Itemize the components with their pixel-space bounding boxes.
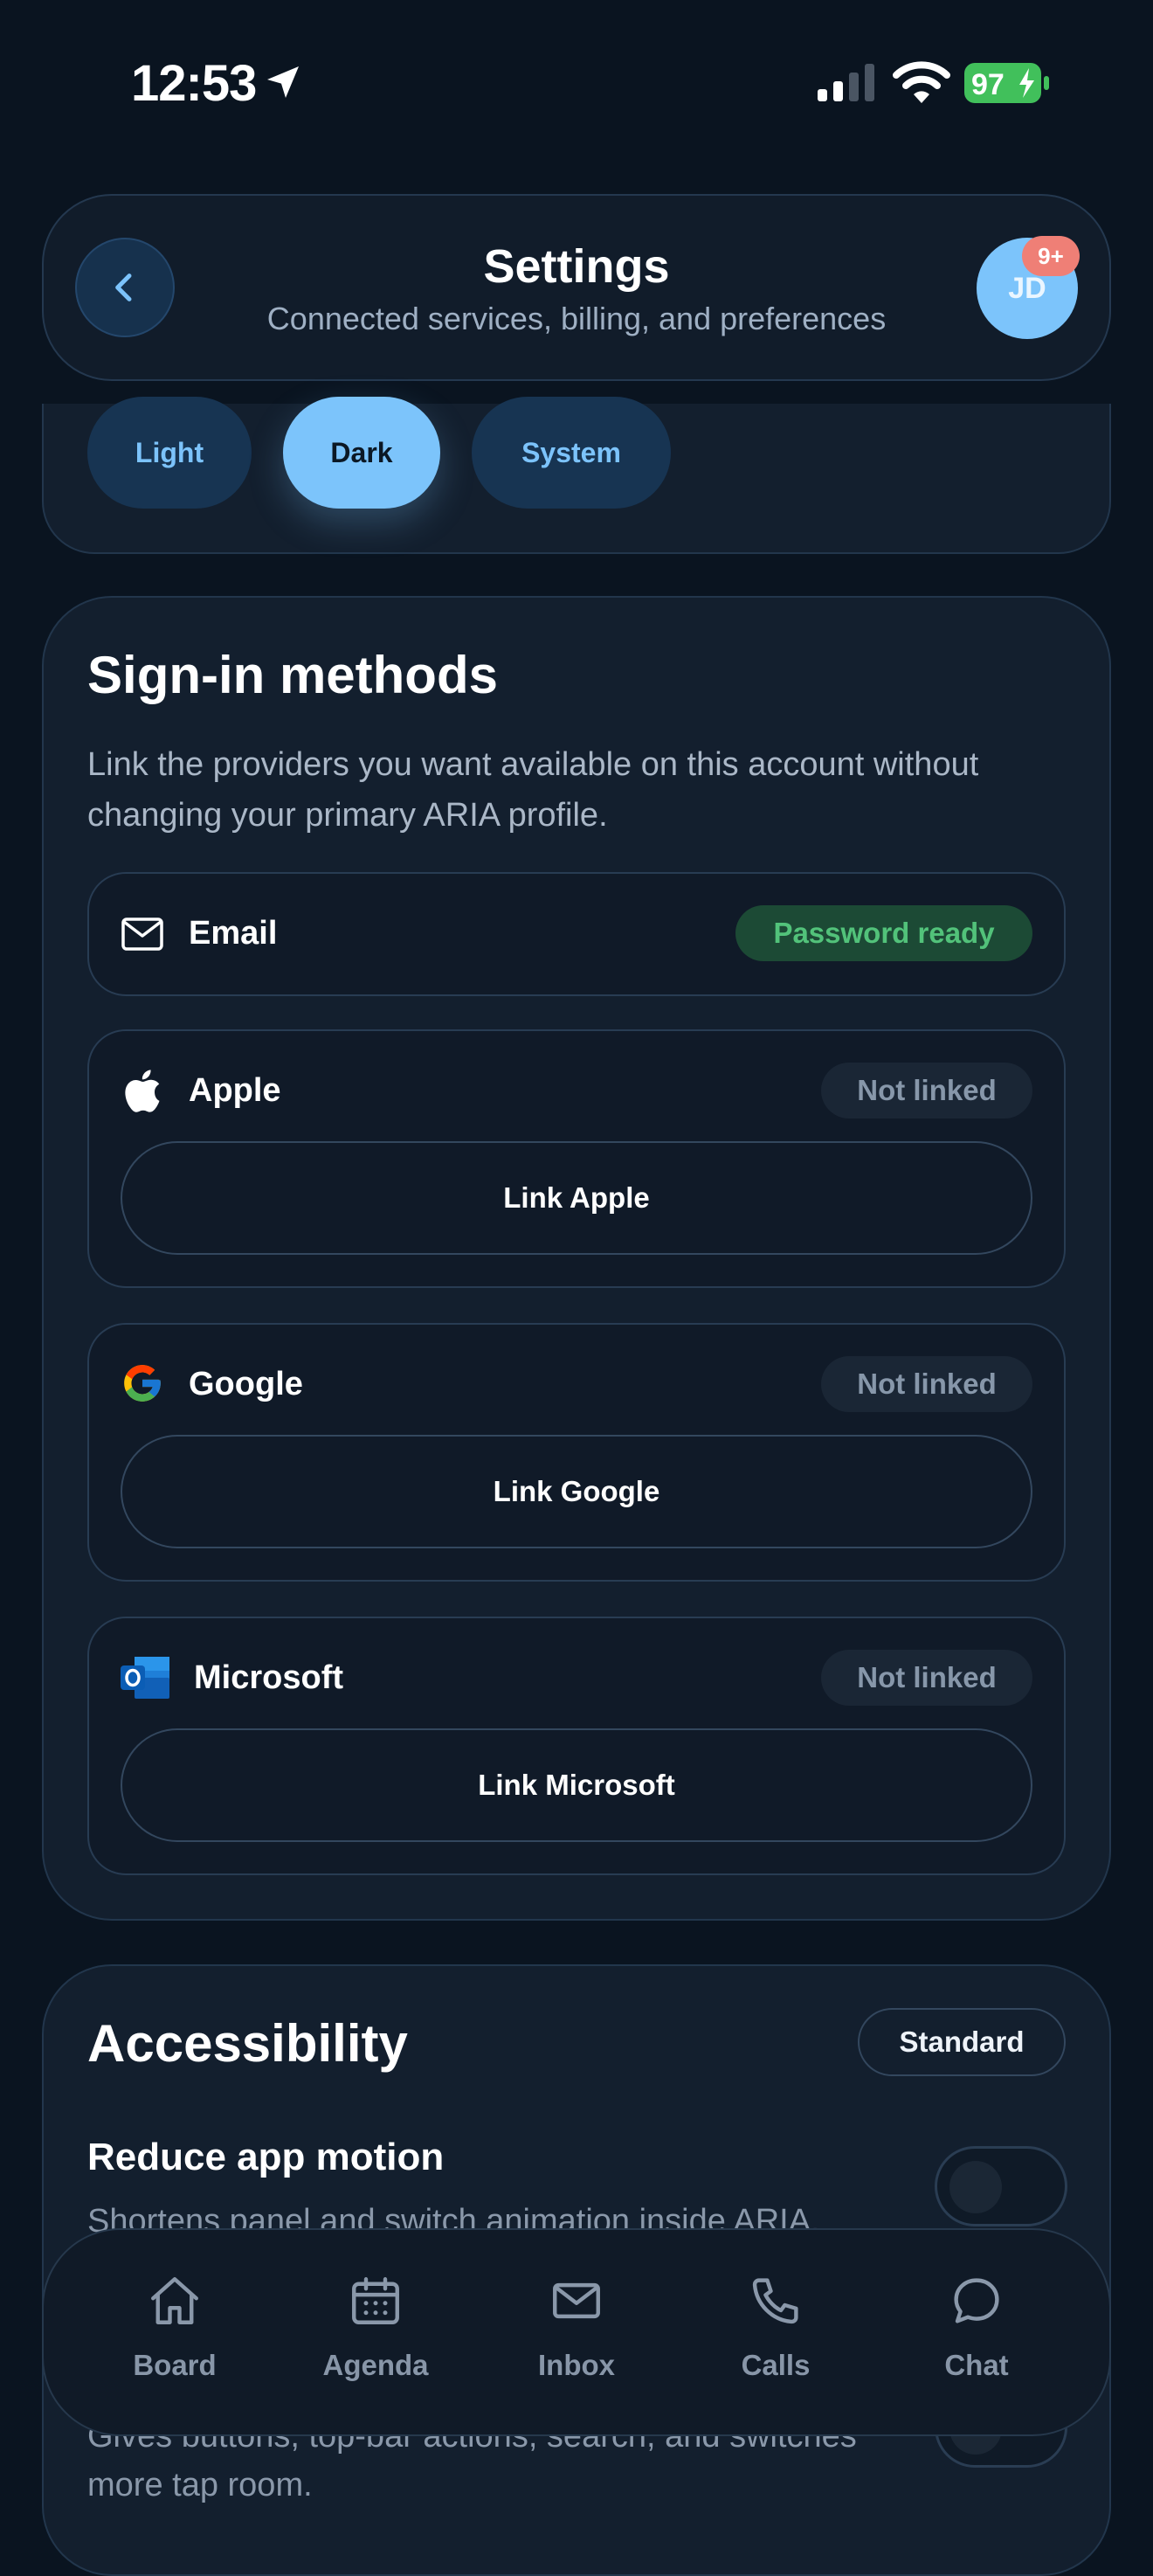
mail-icon xyxy=(121,912,164,956)
tab-calls-label: Calls xyxy=(741,2349,811,2381)
signin-section-title: Sign-in methods xyxy=(87,646,498,704)
status-badge-email: Password ready xyxy=(735,905,1032,961)
google-icon xyxy=(121,1361,164,1405)
page-subtitle: Connected services, billing, and prefere… xyxy=(266,301,887,336)
calendar-icon xyxy=(347,2272,404,2330)
tab-inbox[interactable]: Inbox xyxy=(489,2272,664,2403)
status-badge-google: Not linked xyxy=(821,1356,1032,1412)
mail-icon xyxy=(548,2272,605,2330)
reduce-motion-toggle[interactable] xyxy=(935,2146,1067,2226)
location-arrow-icon xyxy=(267,66,299,98)
reduce-motion-title: Reduce app motion xyxy=(87,2136,445,2178)
notification-badge: 9+ xyxy=(1022,236,1080,276)
tab-chat[interactable]: Chat xyxy=(889,2272,1064,2403)
apple-icon xyxy=(121,1069,164,1112)
signin-section-description: Link the providers you want available on… xyxy=(87,746,979,834)
battery-indicator: 97 xyxy=(964,63,1052,103)
tab-chat-label: Chat xyxy=(944,2349,1009,2381)
outlook-icon xyxy=(119,1655,171,1700)
accessibility-section-title: Accessibility xyxy=(87,2014,408,2073)
cellular-signal-icon xyxy=(818,64,874,101)
accessibility-level-badge[interactable]: Standard xyxy=(858,2008,1066,2076)
chevron-left-icon xyxy=(115,274,132,301)
link-google-button[interactable]: Link Google xyxy=(121,1435,1032,1548)
status-time: 12:53 xyxy=(131,55,257,112)
wifi-icon xyxy=(893,61,950,103)
status-badge-apple: Not linked xyxy=(821,1063,1032,1118)
tab-board-label: Board xyxy=(133,2349,217,2381)
theme-option-light[interactable]: Light xyxy=(87,397,252,509)
tab-agenda[interactable]: Agenda xyxy=(288,2272,463,2403)
provider-name-apple: Apple xyxy=(189,1072,281,1109)
back-button[interactable] xyxy=(75,238,175,337)
page-title: Settings xyxy=(483,240,670,293)
home-icon xyxy=(146,2272,204,2330)
link-microsoft-button[interactable]: Link Microsoft xyxy=(121,1728,1032,1842)
provider-name-microsoft: Microsoft xyxy=(194,1659,343,1696)
tab-board[interactable]: Board xyxy=(87,2272,262,2403)
chat-bubble-icon xyxy=(948,2272,1005,2330)
provider-name-email: Email xyxy=(189,915,278,952)
theme-option-dark[interactable]: Dark xyxy=(283,397,440,509)
status-badge-microsoft: Not linked xyxy=(821,1650,1032,1706)
link-apple-button[interactable]: Link Apple xyxy=(121,1141,1032,1255)
tab-calls[interactable]: Calls xyxy=(688,2272,863,2403)
tab-inbox-label: Inbox xyxy=(538,2349,615,2381)
battery-level: 97 xyxy=(971,68,1005,101)
theme-option-system[interactable]: System xyxy=(472,397,671,509)
avatar-initials: JD xyxy=(1008,271,1046,305)
phone-icon xyxy=(747,2272,804,2330)
provider-name-google: Google xyxy=(189,1366,303,1402)
tab-agenda-label: Agenda xyxy=(322,2349,429,2381)
